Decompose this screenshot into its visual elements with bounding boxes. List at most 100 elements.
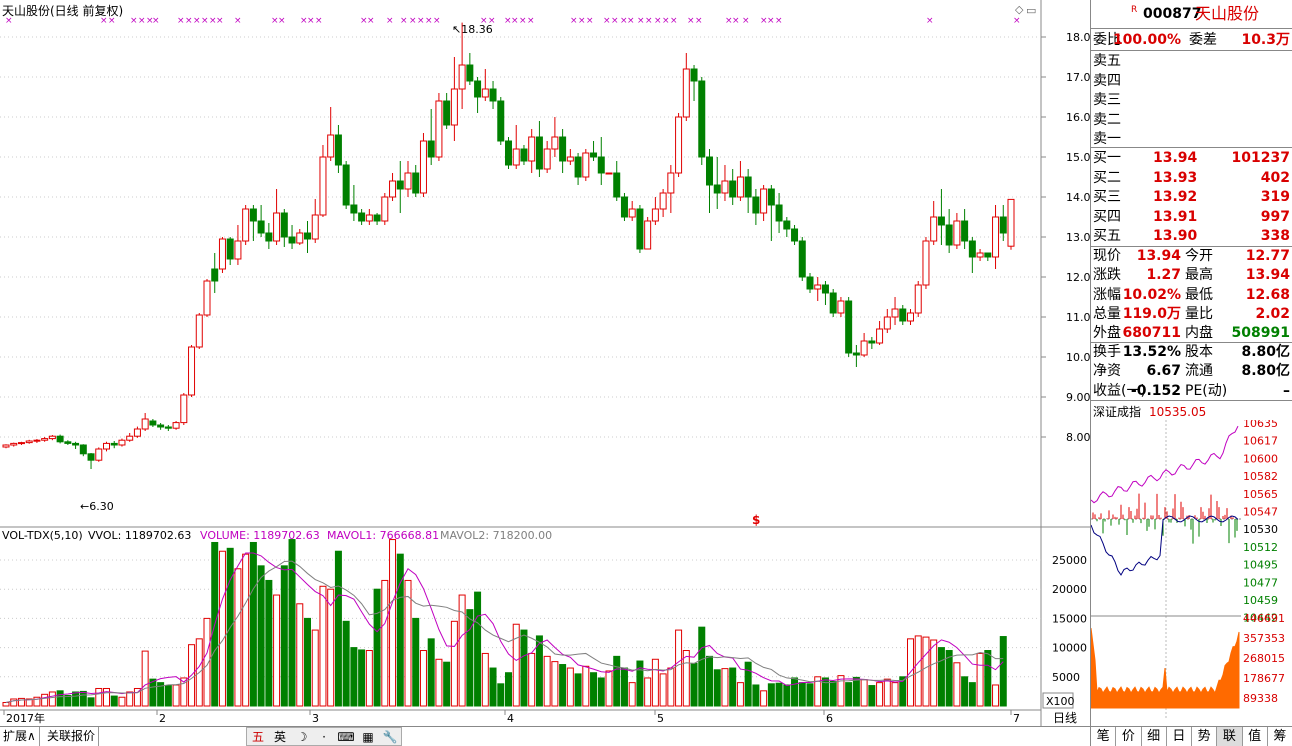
volume-bar <box>56 690 64 707</box>
candle-body <box>845 300 853 354</box>
row-label-2: 最低 <box>1185 286 1213 303</box>
quote-tab[interactable]: 日 <box>1167 727 1192 746</box>
volume-bar <box>505 672 512 707</box>
volume-bar <box>891 682 899 707</box>
volume-bar <box>721 668 729 707</box>
candle-body <box>265 232 273 242</box>
event-marker: × <box>767 16 775 26</box>
candle-body <box>110 442 118 446</box>
wubi-icon[interactable]: 五 <box>247 728 269 745</box>
row-label: 总量 <box>1093 305 1121 322</box>
candle-body <box>164 426 172 429</box>
index-axis-label: 10530 <box>1243 523 1278 536</box>
dot-icon[interactable]: · <box>313 728 335 745</box>
row-value-2: 13.94 <box>1245 267 1290 284</box>
index-axis-label: 10459 <box>1243 594 1278 607</box>
volume-bar <box>651 658 659 707</box>
candle-body <box>396 180 404 190</box>
index-minichart: 10635 10617 10600 10582 10565 10547 10530 10512… <box>1091 420 1285 720</box>
price-tick-label: 18.00 <box>1066 31 1090 44</box>
keyboard-icon[interactable]: ⌨ <box>335 728 357 745</box>
candle-body <box>72 442 80 446</box>
event-marker: × <box>627 16 635 26</box>
candle-body <box>443 100 451 126</box>
row-label: 净资 <box>1093 363 1121 380</box>
volume-bar <box>280 565 288 707</box>
quote-tab[interactable]: 笔 <box>1091 727 1117 746</box>
volume-bar <box>350 647 358 707</box>
candle-body <box>899 308 907 322</box>
candle-body <box>10 442 18 446</box>
event-marker: × <box>654 16 662 26</box>
diamond-icon[interactable]: ◇ <box>1015 3 1024 16</box>
period-label[interactable]: 日线 <box>1053 711 1077 725</box>
weibi-row: 委比 100.00% 委差 10.3万 <box>1093 32 1290 48</box>
index-axis-label: 10495 <box>1243 559 1278 572</box>
candle-body <box>17 442 25 445</box>
moon-icon[interactable]: ☽ <box>291 728 313 745</box>
candle-body <box>304 232 311 240</box>
candle-body <box>280 212 288 238</box>
date-tick-label: 7 <box>1013 712 1020 725</box>
row-label: 卖三 <box>1093 92 1121 108</box>
volume-bar <box>837 675 845 707</box>
quote-tab[interactable]: 值 <box>1243 727 1268 746</box>
date-tick-label: 4 <box>507 712 514 725</box>
candle-body <box>760 188 768 214</box>
candle-body <box>706 156 713 186</box>
event-marker: × <box>775 16 783 26</box>
candle-body <box>605 172 613 175</box>
candle-body <box>195 314 203 348</box>
candle-body <box>25 440 33 444</box>
quote-tab[interactable]: 筹 <box>1268 727 1292 746</box>
volume-bar <box>389 539 397 707</box>
candle-body <box>559 136 567 162</box>
window-close-icon[interactable]: ▭ <box>1026 4 1036 17</box>
row-value: 6.67 <box>1146 363 1181 380</box>
candle-body <box>157 424 165 428</box>
event-marker: × <box>603 16 611 26</box>
quote-tab[interactable]: 联 <box>1217 727 1243 746</box>
event-marker: × <box>926 16 934 26</box>
candle-body <box>984 252 992 258</box>
candle-body <box>551 136 559 150</box>
r-mark: R <box>1131 5 1138 15</box>
volume-bar <box>443 661 451 707</box>
row-label-2: 最高 <box>1185 267 1213 284</box>
volume-bar <box>922 636 930 707</box>
grid-icon[interactable]: ▦ <box>357 728 379 745</box>
event-marker: × <box>177 16 185 26</box>
quote-stat-row: 涨跌 1.27 最高 13.94 <box>1091 265 1292 285</box>
price-tick-label: 13.00 <box>1066 231 1090 244</box>
english-icon[interactable]: 英 <box>269 728 291 745</box>
candle-body <box>48 435 56 440</box>
quote-tab[interactable]: 细 <box>1142 727 1167 746</box>
candle-body <box>852 352 860 356</box>
volume-bar <box>87 697 95 707</box>
row-label-2: 量比 <box>1185 305 1213 322</box>
volume-bar <box>110 695 118 707</box>
expand-tab[interactable]: 扩展∧ <box>0 727 40 746</box>
row-value-2: 319 <box>1260 189 1290 206</box>
quote-tab[interactable]: 价 <box>1116 727 1142 746</box>
candle-body <box>791 228 799 242</box>
candle-body <box>597 156 605 174</box>
candle-body <box>56 435 64 443</box>
volume-bar <box>945 650 953 707</box>
row-value-2: 997 <box>1260 208 1290 225</box>
kline-chart-area[interactable]: 天山股份(日线 前复权) ◇ ▭ × × × × × ×× × × × × × × × × × × × × × × × ×… <box>0 0 1090 746</box>
row-label-2: 流通 <box>1185 363 1213 380</box>
volume-bar <box>605 670 613 707</box>
candle-body <box>211 268 219 282</box>
sell-level-row: 卖二 <box>1091 110 1292 130</box>
row-label: 涨幅 <box>1093 286 1121 303</box>
row-label: 卖一 <box>1093 131 1121 147</box>
row-label: 买五 <box>1093 228 1121 245</box>
quote-tab[interactable]: 势 <box>1192 727 1218 746</box>
volume-bar <box>744 661 752 707</box>
wrench-icon[interactable]: 🔧 <box>379 728 401 745</box>
event-marker: × <box>433 16 441 26</box>
volume-bar <box>930 639 938 707</box>
related-quote-tab[interactable]: 关联报价 <box>44 727 100 746</box>
volume-bar <box>845 682 853 707</box>
